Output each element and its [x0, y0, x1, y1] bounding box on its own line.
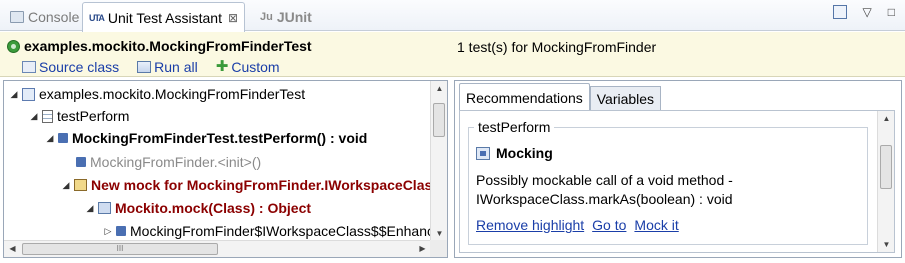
test-tree: ◢ examples.mockito.MockingFromFinderTest…	[3, 80, 448, 258]
tree-row[interactable]: ◢ Mockito.mock(Class) : Object	[84, 198, 312, 218]
mocking-icon	[476, 146, 490, 160]
run-all-icon	[137, 61, 152, 73]
recommendation-actions: Remove highlight Go to Mock it	[476, 217, 679, 233]
source-class-link[interactable]: Source class	[22, 59, 119, 75]
method-icon	[58, 133, 68, 143]
scroll-left-icon[interactable]: ◀	[4, 244, 21, 253]
tab-variables[interactable]: Variables	[589, 86, 662, 111]
scroll-corner	[430, 240, 447, 257]
scroll-thumb[interactable]: III	[22, 243, 218, 255]
recommendations-panel: Recommendations Variables testPerform Mo…	[454, 80, 902, 258]
minimize-icon[interactable]: ▽	[863, 5, 872, 19]
tree-row-label: Mockito.mock(Class) : Object	[115, 200, 312, 216]
scroll-down-icon[interactable]: ▼	[431, 229, 447, 238]
tree-row[interactable]: ◢ examples.mockito.MockingFromFinderTest	[8, 84, 306, 104]
scroll-up-icon[interactable]: ▲	[431, 84, 447, 93]
detail-tabs: Recommendations Variables	[459, 83, 662, 111]
expand-toggle-icon[interactable]: ◢	[44, 133, 56, 144]
scroll-right-icon[interactable]: ▶	[414, 244, 431, 253]
tab-recommendations[interactable]: Recommendations	[459, 83, 590, 111]
go-to-link[interactable]: Go to	[592, 217, 626, 233]
tab-junit[interactable]: Ju JUnit	[254, 3, 318, 30]
test-class-title: examples.mockito.MockingFromFinderTest	[7, 38, 312, 54]
scroll-thumb[interactable]	[433, 103, 445, 137]
tree-row[interactable]: ▷ MockingFromFinder$IWorkspaceClass$$Enh…	[102, 221, 447, 241]
tree-row[interactable]: ◢ testPerform	[28, 106, 130, 126]
tree-row-label: testPerform	[57, 108, 130, 124]
method-icon	[76, 157, 86, 167]
tree-row[interactable]: ◢ MockingFromFinderTest.testPerform() : …	[44, 128, 368, 148]
recommendations-content: testPerform Mocking Possibly mockable ca…	[459, 110, 895, 253]
tab-console-label: Console	[28, 8, 80, 25]
custom-label: Custom	[231, 59, 280, 75]
remove-highlight-link[interactable]: Remove highlight	[476, 217, 584, 233]
expand-toggle-icon[interactable]: ◢	[84, 203, 96, 214]
plus-icon: ✚	[215, 58, 229, 75]
tab-junit-label: JUnit	[276, 8, 312, 25]
expand-toggle-icon[interactable]: ◢	[28, 111, 40, 122]
tab-console[interactable]: Console	[4, 3, 85, 30]
source-class-label: Source class	[39, 59, 120, 75]
view-toolbar: ▽ □	[832, 5, 895, 19]
group-label: testPerform	[474, 119, 555, 135]
expand-toggle-icon[interactable]: ◢	[8, 89, 20, 100]
maximize-icon[interactable]: □	[888, 5, 895, 19]
header-actions: Source class Run all ✚ Custom	[22, 59, 280, 75]
expand-toggle-icon[interactable]: ▷	[102, 226, 114, 237]
test-pass-icon	[7, 39, 20, 53]
junit-icon: Ju	[260, 10, 273, 23]
test-method-icon	[42, 109, 53, 123]
custom-link[interactable]: ✚ Custom	[216, 59, 280, 75]
test-class-name: examples.mockito.MockingFromFinderTest	[24, 38, 312, 54]
view-tab-bar: Console UTA Unit Test Assistant ⊠ Ju JUn…	[0, 0, 905, 32]
tree-horizontal-scrollbar[interactable]: ◀ III ▶	[4, 240, 431, 257]
description-line: IWorkspaceClass.markAs(boolean) : void	[476, 191, 733, 207]
tree-row-label: New mock for MockingFromFinder.IWorkspac…	[91, 177, 441, 193]
mock-it-link[interactable]: Mock it	[634, 217, 678, 233]
scroll-up-icon[interactable]: ▲	[878, 114, 894, 123]
test-count: 1 test(s) for MockingFromFinder	[457, 39, 657, 55]
recommendation-description: Possibly mockable call of a void method …	[476, 171, 733, 209]
mock-call-icon	[98, 202, 111, 214]
test-class-icon	[22, 87, 35, 101]
scroll-thumb[interactable]	[880, 145, 892, 189]
tree-row-label: examples.mockito.MockingFromFinderTest	[39, 86, 306, 102]
method-icon	[116, 226, 126, 236]
tree-row-label: MockingFromFinder.<init>()	[90, 154, 262, 170]
tree-vertical-scrollbar[interactable]: ▲ ▼	[430, 81, 447, 241]
expand-toggle-icon[interactable]: ◢	[60, 180, 72, 191]
console-icon	[10, 10, 24, 23]
description-line: Possibly mockable call of a void method …	[476, 172, 733, 188]
source-class-icon	[22, 61, 36, 73]
run-all-label: Run all	[154, 59, 198, 75]
scroll-down-icon[interactable]: ▼	[878, 240, 894, 249]
close-icon[interactable]: ⊠	[228, 11, 238, 25]
recommendations-scrollbar[interactable]: ▲ ▼	[877, 111, 894, 252]
tab-unit-test-assistant[interactable]: UTA Unit Test Assistant ⊠	[82, 2, 246, 32]
tree-row-label: MockingFromFinderTest.testPerform() : vo…	[72, 130, 368, 146]
uta-icon: UTA	[89, 12, 105, 23]
tree-row[interactable]: MockingFromFinder.<init>()	[74, 152, 261, 172]
tree-row-label: MockingFromFinder$IWorkspaceClass$$Enhan…	[130, 223, 447, 239]
view-menu-icon[interactable]	[832, 5, 847, 19]
recommendation-title-label: Mocking	[496, 145, 553, 161]
tab-uta-label: Unit Test Assistant	[107, 9, 222, 26]
run-all-link[interactable]: Run all	[137, 59, 198, 75]
recommendation-title: Mocking	[476, 145, 553, 161]
mock-icon	[74, 179, 87, 191]
tree-row[interactable]: ◢ New mock for MockingFromFinder.IWorksp…	[60, 175, 441, 195]
assistant-header: examples.mockito.MockingFromFinderTest 1…	[0, 32, 905, 77]
